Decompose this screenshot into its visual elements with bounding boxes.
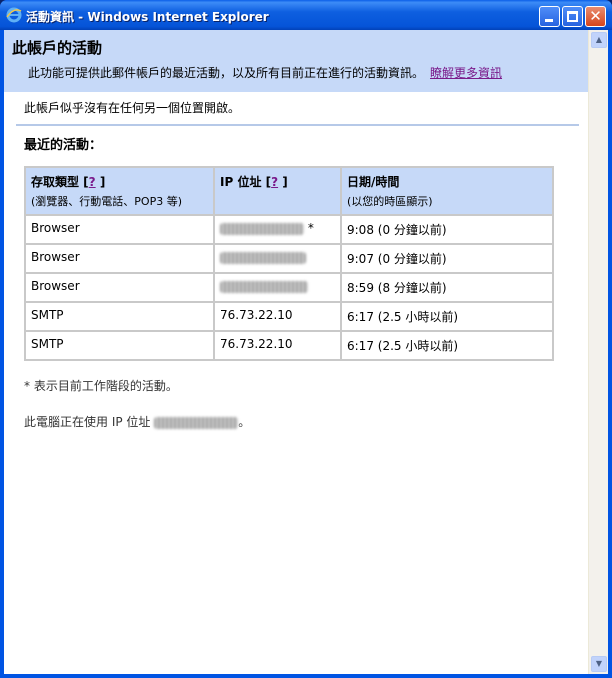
table-row: Browser * 9:08 (0 分鐘以前) [24, 214, 554, 245]
cell-date-time: 6:17 (2.5 小時以前) [340, 301, 554, 332]
cell-access-type: Browser [24, 243, 215, 274]
header-sublabel: (瀏覽器、行動電話、POP3 等) [31, 195, 183, 208]
current-session-footnote: * 表示目前工作階段的活動。 [24, 379, 178, 393]
cell-ip-address: 76.73.22.10 [213, 301, 342, 332]
header-label: 日期/時間 [347, 175, 400, 189]
redacted-current-ip [154, 416, 239, 429]
cell-date-time: 6:17 (2.5 小時以前) [340, 330, 554, 361]
current-ip-suffix: 。 [238, 415, 251, 429]
divider [16, 124, 579, 126]
page-description: 此功能可提供此郵件帳戶的最近活動，以及所有目前正在進行的活動資訊。 瞭解更多資訊 [28, 64, 502, 81]
page-title: 此帳戶的活動 [12, 39, 103, 57]
header-band: 此帳戶的活動 此功能可提供此郵件帳戶的最近活動，以及所有目前正在進行的活動資訊。… [4, 30, 588, 92]
cell-ip-address [213, 272, 342, 303]
cell-ip-address: * [213, 214, 342, 245]
table-row: Browser 8:59 (8 分鐘以前) [24, 272, 554, 303]
current-ip-prefix: 此電腦正在使用 IP 位址 [24, 415, 155, 429]
recent-activity-heading: 最近的活動： [24, 138, 103, 153]
cell-date-time: 9:07 (0 分鐘以前) [340, 243, 554, 274]
maximize-button[interactable] [562, 6, 583, 27]
cell-date-time: 9:08 (0 分鐘以前) [340, 214, 554, 245]
scroll-up-arrow-icon[interactable]: ▲ [591, 32, 607, 48]
header-date-time: 日期/時間 (以您的時區顯示) [340, 166, 554, 216]
table-row: SMTP 76.73.22.10 6:17 (2.5 小時以前) [24, 301, 554, 332]
current-ip-footnote: 此電腦正在使用 IP 位址 。 [24, 413, 250, 430]
activity-page: 此帳戶的活動 此功能可提供此郵件帳戶的最近活動，以及所有目前正在進行的活動資訊。… [4, 30, 588, 674]
cell-date-time: 8:59 (8 分鐘以前) [340, 272, 554, 303]
browser-window: 活動資訊 - Windows Internet Explorer ✕ 此帳戶的活… [0, 0, 612, 678]
close-button[interactable]: ✕ [585, 6, 606, 27]
cell-ip-address [213, 243, 342, 274]
header-bracket: ] [95, 175, 106, 189]
cell-access-type: Browser [24, 272, 215, 303]
header-bracket: ] [278, 175, 288, 189]
cell-access-type: SMTP [24, 301, 215, 332]
redacted-ip [220, 251, 306, 264]
cell-access-type: Browser [24, 214, 215, 245]
vertical-scrollbar[interactable]: ▲ ▼ [588, 30, 608, 674]
table-row: SMTP 76.73.22.10 6:17 (2.5 小時以前) [24, 330, 554, 361]
ie-icon [6, 7, 22, 23]
header-ip-address: IP 位址 [? ] [213, 166, 342, 216]
header-label: IP 位址 [ [220, 175, 272, 189]
header-access-type: 存取類型 [? ] (瀏覽器、行動電話、POP3 等) [24, 166, 215, 216]
learn-more-link[interactable]: 瞭解更多資訊 [430, 66, 502, 80]
redacted-ip [220, 280, 308, 293]
header-sublabel: (以您的時區顯示) [347, 195, 433, 208]
cell-access-type: SMTP [24, 330, 215, 361]
page-content-area: 此帳戶的活動 此功能可提供此郵件帳戶的最近活動，以及所有目前正在進行的活動資訊。… [4, 30, 608, 674]
activity-table: 存取類型 [? ] (瀏覽器、行動電話、POP3 等) IP 位址 [? ] 日… [24, 166, 554, 361]
description-text: 此功能可提供此郵件帳戶的最近活動，以及所有目前正在進行的活動資訊。 [28, 66, 425, 80]
current-session-marker: * [304, 221, 314, 235]
maximize-icon [567, 11, 578, 22]
table-header-row: 存取類型 [? ] (瀏覽器、行動電話、POP3 等) IP 位址 [? ] 日… [24, 166, 554, 216]
no-other-session-message: 此帳戶似乎沒有在任何另一個位置開啟。 [24, 101, 241, 115]
close-icon: ✕ [589, 7, 602, 25]
minimize-button[interactable] [539, 6, 560, 27]
scroll-down-arrow-icon[interactable]: ▼ [591, 656, 607, 672]
cell-ip-address: 76.73.22.10 [213, 330, 342, 361]
table-row: Browser 9:07 (0 分鐘以前) [24, 243, 554, 274]
header-label: 存取類型 [ [31, 175, 89, 189]
window-title: 活動資訊 - Windows Internet Explorer [26, 10, 269, 24]
title-bar[interactable]: 活動資訊 - Windows Internet Explorer ✕ [0, 0, 612, 30]
minimize-icon [545, 19, 553, 22]
access-type-help-link[interactable]: ? [89, 175, 96, 189]
redacted-ip [220, 222, 304, 235]
